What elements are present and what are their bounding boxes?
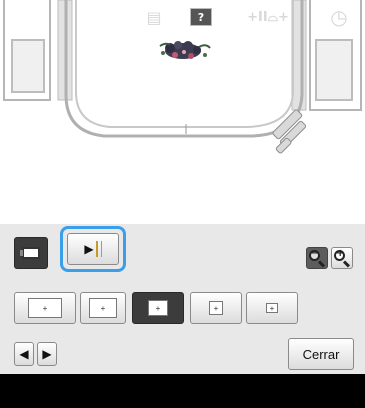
frame-size-1[interactable]: +	[14, 292, 76, 324]
embroidery-frame-illustration	[3, 0, 362, 154]
arrow-right-icon: ▶	[42, 347, 52, 361]
trial-button-highlight	[60, 226, 126, 272]
embroidery-pattern	[159, 41, 211, 59]
close-button[interactable]: Cerrar	[288, 338, 354, 370]
frame-view-button[interactable]	[14, 237, 48, 269]
help-icon[interactable]: ?	[186, 0, 216, 34]
frame-size-4[interactable]: +	[190, 292, 242, 324]
zoom-in-icon: +	[333, 248, 351, 268]
frame-size-3[interactable]: +	[132, 292, 184, 324]
page-icon[interactable]: ▤	[140, 0, 168, 34]
frame-size-3-icon: +	[148, 300, 168, 316]
bottom-bar	[0, 374, 365, 408]
frame-size-2[interactable]: +	[80, 292, 126, 324]
clock-icon[interactable]: ◷	[324, 0, 354, 34]
frame-size-2-icon: +	[89, 298, 117, 318]
presser-foot-icon[interactable]: +II⌓+	[234, 0, 302, 34]
frame-size-5-icon: +	[266, 303, 278, 313]
previous-button[interactable]: ◀	[14, 342, 34, 366]
frame-size-4-icon: +	[209, 301, 223, 315]
zoom-in-button[interactable]: +	[331, 247, 353, 269]
next-button[interactable]: ▶	[37, 342, 57, 366]
frame-size-1-icon: +	[28, 298, 62, 318]
embroidery-frame-icon	[20, 247, 40, 259]
zoom-out-button[interactable]: −	[306, 247, 328, 269]
arrow-left-icon: ◀	[19, 347, 29, 361]
zoom-out-icon: −	[308, 248, 326, 268]
embroidery-preview	[0, 0, 365, 224]
close-button-label: Cerrar	[302, 346, 340, 362]
frame-size-5[interactable]: +	[246, 292, 298, 324]
